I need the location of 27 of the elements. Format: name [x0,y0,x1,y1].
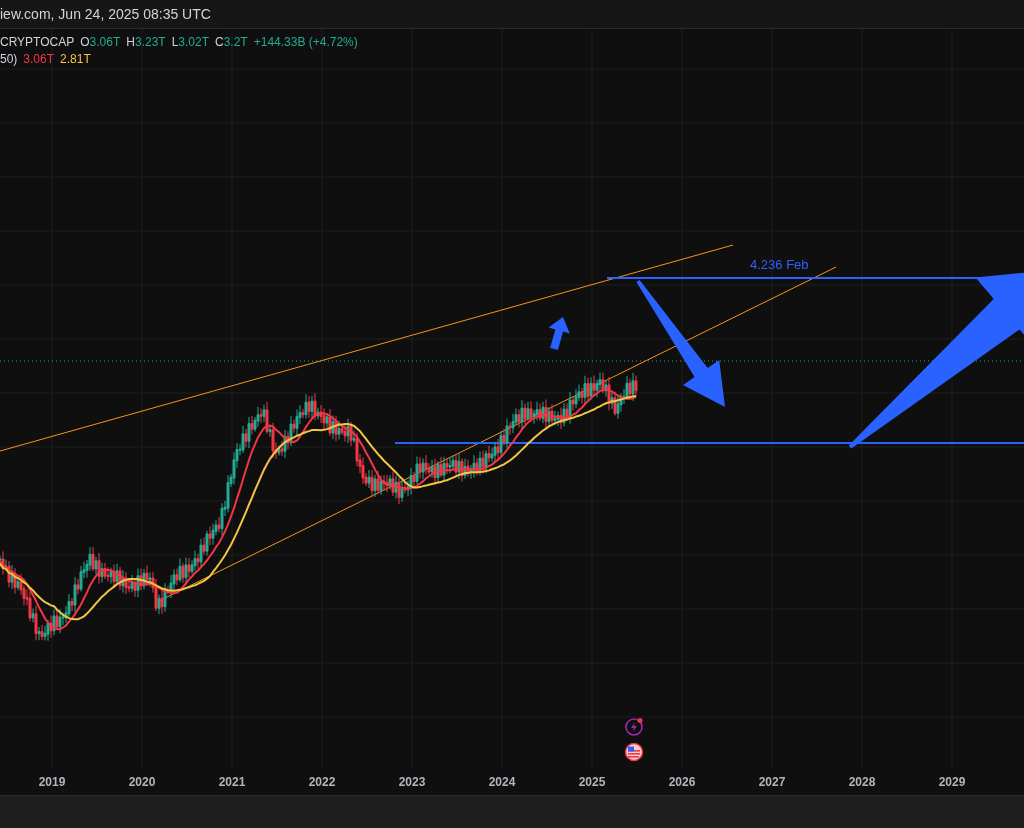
ohlc-value: C3.2T [215,35,248,49]
fib-level-label: 4.236 Feb [750,257,809,272]
axis-year-label: 2029 [938,774,966,789]
symbol-label: CRYPTOCAP [0,35,75,49]
axis-year-label: 2027 [758,774,786,789]
axis-year-label: 2020 [128,774,156,789]
ohlc-value: L3.02T [171,35,209,49]
trend-line[interactable] [0,244,734,452]
axis-year-label: 2025 [578,774,606,789]
axis-year-label: 2026 [668,774,696,789]
flag-icon[interactable] [624,742,644,762]
indicator-value: 2.81T [60,52,91,66]
axis-year-label: 2019 [38,774,66,789]
axis-year-label: 2021 [218,774,246,789]
ohlc-value: H3.23T [126,35,166,49]
lightning-icon[interactable] [624,717,644,737]
axis-year-label: 2023 [398,774,426,789]
axis-year-label: 2028 [848,774,876,789]
arrow-down-drawing[interactable] [636,279,725,407]
header-text: iew.com, Jun 24, 2025 08:35 UTC [0,6,211,22]
indicator-value: 3.06T [23,52,55,66]
axis-year-label: 2024 [488,774,516,789]
arrow-up-icon[interactable] [548,317,570,351]
change-value: +144.33B (+4.72%) [253,35,358,49]
indicator-label: 50) [0,52,18,66]
ohlc-value: O3.06T [80,35,121,49]
axis-year-label: 2022 [308,774,336,789]
